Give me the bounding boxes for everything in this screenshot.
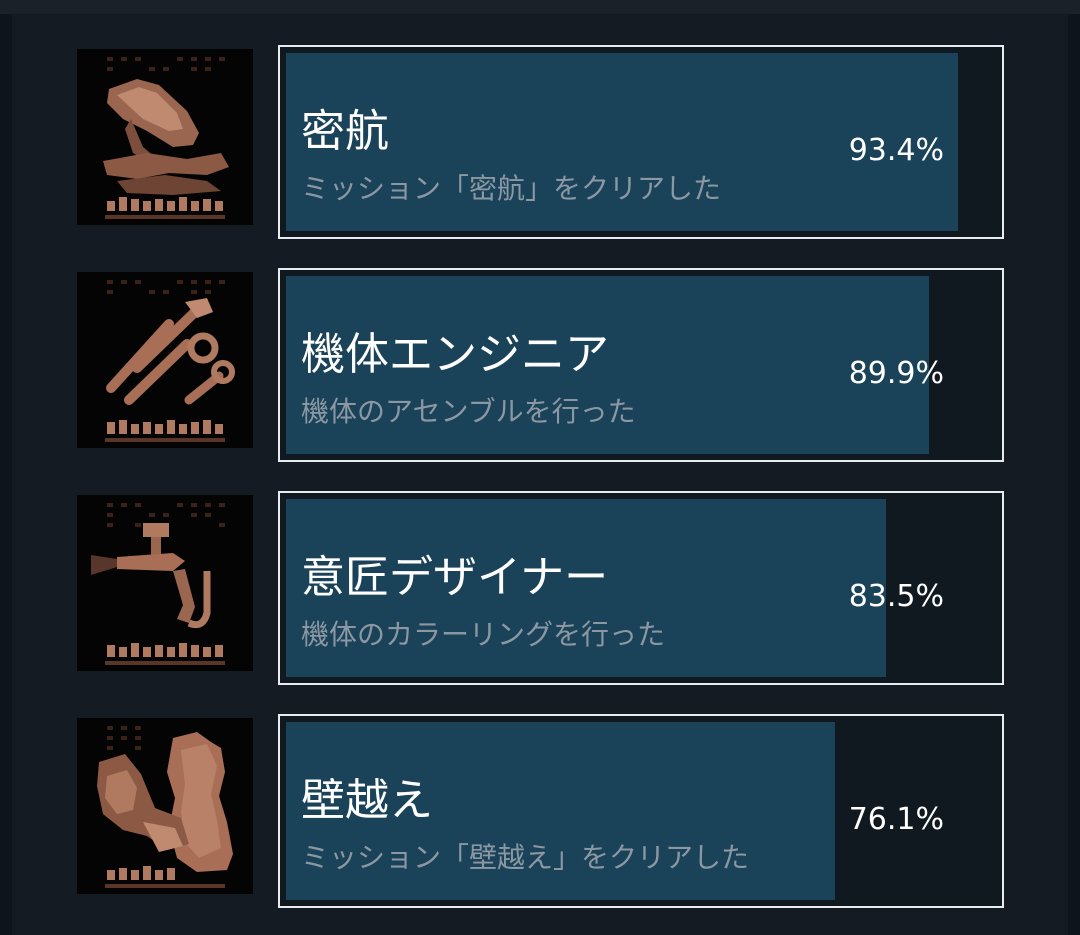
achievement-description: ミッション「密航」をクリアした [301,172,722,205]
achievement-row: 壁越え ミッション「壁越え」をクリアした 76.1% [77,714,1004,908]
achievement-card[interactable]: 意匠デザイナー 機体のカラーリングを行った 83.5% [278,491,1004,685]
unlock-percent: 89.9% [848,356,944,391]
achievement-card[interactable]: 機体エンジニア 機体のアセンブルを行った 89.9% [278,268,1004,462]
achievement-row: 密航 ミッション「密航」をクリアした 93.4% [77,45,1004,239]
achievement-row: 意匠デザイナー 機体のカラーリングを行った 83.5% [77,491,1004,685]
tools-wrench-icon [77,272,253,448]
achievement-card[interactable]: 密航 ミッション「密航」をクリアした 93.4% [278,45,1004,239]
achievement-title: 意匠デザイナー [301,552,609,603]
achievement-title: 壁越え [301,775,433,826]
stowaway-ship-icon [77,49,253,225]
wall-climb-icon [77,718,253,894]
achievement-description: ミッション「壁越え」をクリアした [301,841,750,874]
achievement-row: 機体エンジニア 機体のアセンブルを行った 89.9% [77,268,1004,462]
unlock-percent: 83.5% [848,579,944,614]
top-bar [0,0,1080,14]
achievement-card[interactable]: 壁越え ミッション「壁越え」をクリアした 76.1% [278,714,1004,908]
achievement-title: 密航 [301,106,389,157]
unlock-percent: 76.1% [848,802,944,837]
spray-gun-icon [77,495,253,671]
unlock-percent: 93.4% [848,133,944,168]
achievement-title: 機体エンジニア [301,329,609,380]
achievement-description: 機体のカラーリングを行った [301,618,666,651]
achievement-description: 機体のアセンブルを行った [301,395,636,428]
